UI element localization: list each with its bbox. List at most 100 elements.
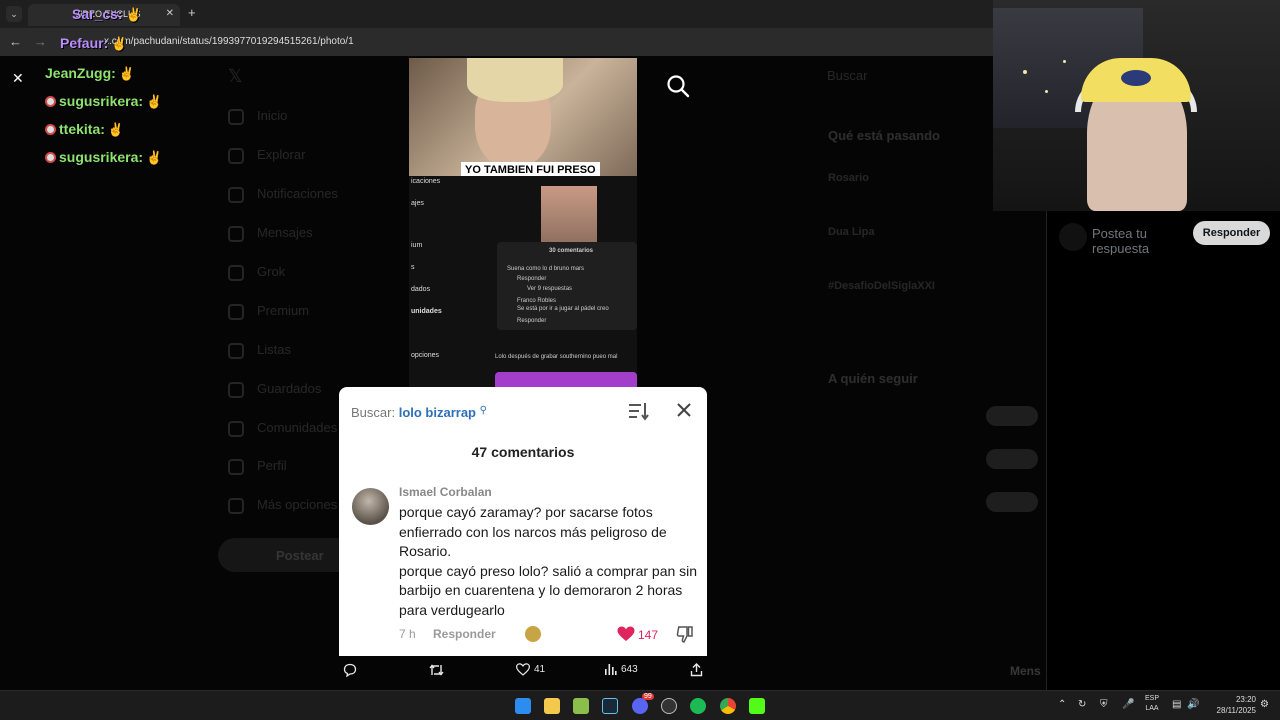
file-explorer-icon[interactable] (544, 698, 560, 714)
views-icon (605, 664, 617, 675)
network-icon[interactable]: ▤ (1172, 699, 1181, 710)
moderator-badge-icon (45, 124, 56, 135)
moderator-badge-icon (45, 96, 56, 107)
tray-chevron-icon[interactable]: ⌃ (1058, 699, 1066, 710)
comment-author[interactable]: Ismael Corbalan (399, 485, 492, 499)
nav-item: Más opciones (257, 497, 338, 512)
repost-icon (429, 664, 444, 676)
comments-card: Buscar: lolo bizarrap ⚲ 47 comentarios I… (339, 387, 707, 656)
search-icon[interactable] (666, 74, 690, 98)
side-menu-text: ium (411, 242, 423, 249)
avatar (1059, 223, 1087, 251)
dislike-icon[interactable] (676, 625, 694, 643)
chat-user: Pefaur: (60, 35, 109, 51)
new-tab-icon[interactable]: + (188, 5, 196, 20)
embedded-screenshot: icaciones ajes ium s dados unidades opci… (409, 176, 637, 387)
comment-body: porque cayó zaramay? por sacarse fotos e… (399, 504, 698, 618)
app-icon[interactable] (573, 698, 589, 714)
inner-author: Franco Robles (517, 298, 557, 304)
close-tab-icon[interactable]: ✕ (166, 8, 174, 19)
cap-logo (1121, 70, 1151, 86)
inner-reply: Responder (517, 276, 547, 282)
post-media-image[interactable]: YO TAMBIEN FUI PRESO icaciones ajes ium … (409, 58, 637, 387)
nav-icon (228, 226, 244, 242)
inner-see-replies: Ver 9 respuestas (527, 286, 573, 292)
inner-comment: Suena como lo d bruno mars (507, 266, 585, 272)
back-arrow-icon[interactable]: ← (9, 34, 22, 49)
reply-action[interactable] (343, 663, 361, 677)
nav-item: Grok (257, 264, 286, 279)
like-action[interactable]: 41 (516, 663, 545, 676)
browser-tab-bar: ⌄ VIDEO EXCLUS ✕ + (0, 0, 995, 28)
spotify-icon[interactable] (690, 698, 706, 714)
reply-button[interactable]: Responder (433, 627, 496, 641)
nav-item: Premium (257, 303, 310, 318)
who-to-follow-heading: A quién seguir (828, 371, 918, 386)
forward-arrow-icon[interactable]: → (34, 34, 47, 49)
side-menu-text: icaciones (411, 178, 441, 185)
reply-submit-button[interactable]: Responder (1193, 221, 1270, 245)
inner-comment: Se está por ir a jugar al pádel creo (517, 306, 609, 312)
nav-item: Explorar (257, 147, 306, 162)
lang-code: ESP (1144, 695, 1159, 702)
reply-input[interactable]: Postea tu respuesta (1092, 226, 1176, 255)
close-icon[interactable] (675, 401, 693, 419)
windows-start-icon[interactable] (515, 698, 531, 714)
tab-list-button[interactable]: ⌄ (6, 6, 22, 22)
reply-icon (343, 663, 357, 677)
chat-user: Sar_cs: (72, 6, 123, 22)
like-icon (516, 663, 530, 676)
heart-icon[interactable] (617, 626, 635, 642)
obs-icon[interactable] (661, 698, 677, 714)
avatar[interactable] (352, 488, 389, 525)
notification-icon[interactable]: ⚙ (1260, 699, 1269, 710)
language-indicator[interactable]: ESP LAA (1142, 694, 1162, 714)
like-count: 147 (638, 628, 659, 642)
steam-icon[interactable] (602, 698, 618, 714)
nav-item: Listas (257, 342, 291, 357)
discord-icon[interactable] (632, 698, 648, 714)
emote-icon: ✌ (146, 94, 163, 109)
nav-item: Inicio (257, 108, 288, 123)
search-term: lolo bizarrap (398, 405, 476, 420)
nav-item: Notificaciones (257, 186, 338, 201)
chat-line: Sar_cs: ✌ (72, 6, 142, 23)
nav-icon (228, 109, 244, 125)
windows-taskbar: 99 ⌃ ↻ ⛨ 🎤 ESP LAA ▤ 🔊 23:20 28/11/2025 ⚙ (0, 690, 1280, 720)
trend-item: #DesafioDelSiglaXXI (828, 280, 935, 292)
shield-icon[interactable]: ⛨ (1100, 699, 1108, 710)
chat-user: ttekita: (59, 121, 105, 137)
chat-line: sugusrikera: ✌ (45, 149, 162, 166)
screen: ⌄ VIDEO EXCLUS ✕ + ← → x.com/pachudani/s… (0, 0, 1280, 720)
inner-purple-banner (495, 372, 637, 387)
chat-user: sugusrikera: (59, 93, 144, 109)
share-action[interactable] (690, 663, 703, 677)
nav-item: Perfil (257, 458, 287, 473)
emote-icon: ✌ (107, 122, 125, 137)
nav-item: Guardados (257, 381, 322, 396)
sort-icon[interactable] (627, 401, 649, 421)
repost-action[interactable] (429, 663, 448, 677)
url-field[interactable]: x.com/pachudani/status/19939770192945152… (104, 36, 354, 47)
creator-liked-avatar (525, 626, 541, 642)
views-action[interactable]: 643 (604, 663, 638, 676)
search-ghost: Buscar (827, 68, 868, 83)
comment-search[interactable]: Buscar: lolo bizarrap ⚲ (351, 405, 487, 420)
side-menu-text: ajes (411, 200, 424, 207)
nav-icon (228, 265, 244, 281)
kick-icon[interactable] (749, 698, 765, 714)
follow-button-ghost (986, 449, 1038, 469)
post-action-bar: 41 643 (336, 660, 710, 684)
discord-badge: 99 (642, 693, 654, 700)
system-clock[interactable]: 23:20 28/11/2025 (1196, 694, 1256, 716)
sync-icon[interactable]: ↻ (1078, 699, 1086, 710)
inner-reply: Responder (517, 318, 547, 324)
clock-time: 23:20 (1235, 695, 1256, 704)
microphone-icon[interactable]: 🎤 (1122, 699, 1134, 710)
reply-panel: Postea tu respuesta Responder (1046, 211, 1280, 690)
x-logo-icon: 𝕏 (228, 66, 243, 86)
chrome-icon[interactable] (720, 698, 736, 714)
follow-button-ghost (986, 492, 1038, 512)
trend-item: Rosario (828, 172, 869, 184)
close-viewer-icon[interactable]: ✕ (12, 70, 24, 87)
